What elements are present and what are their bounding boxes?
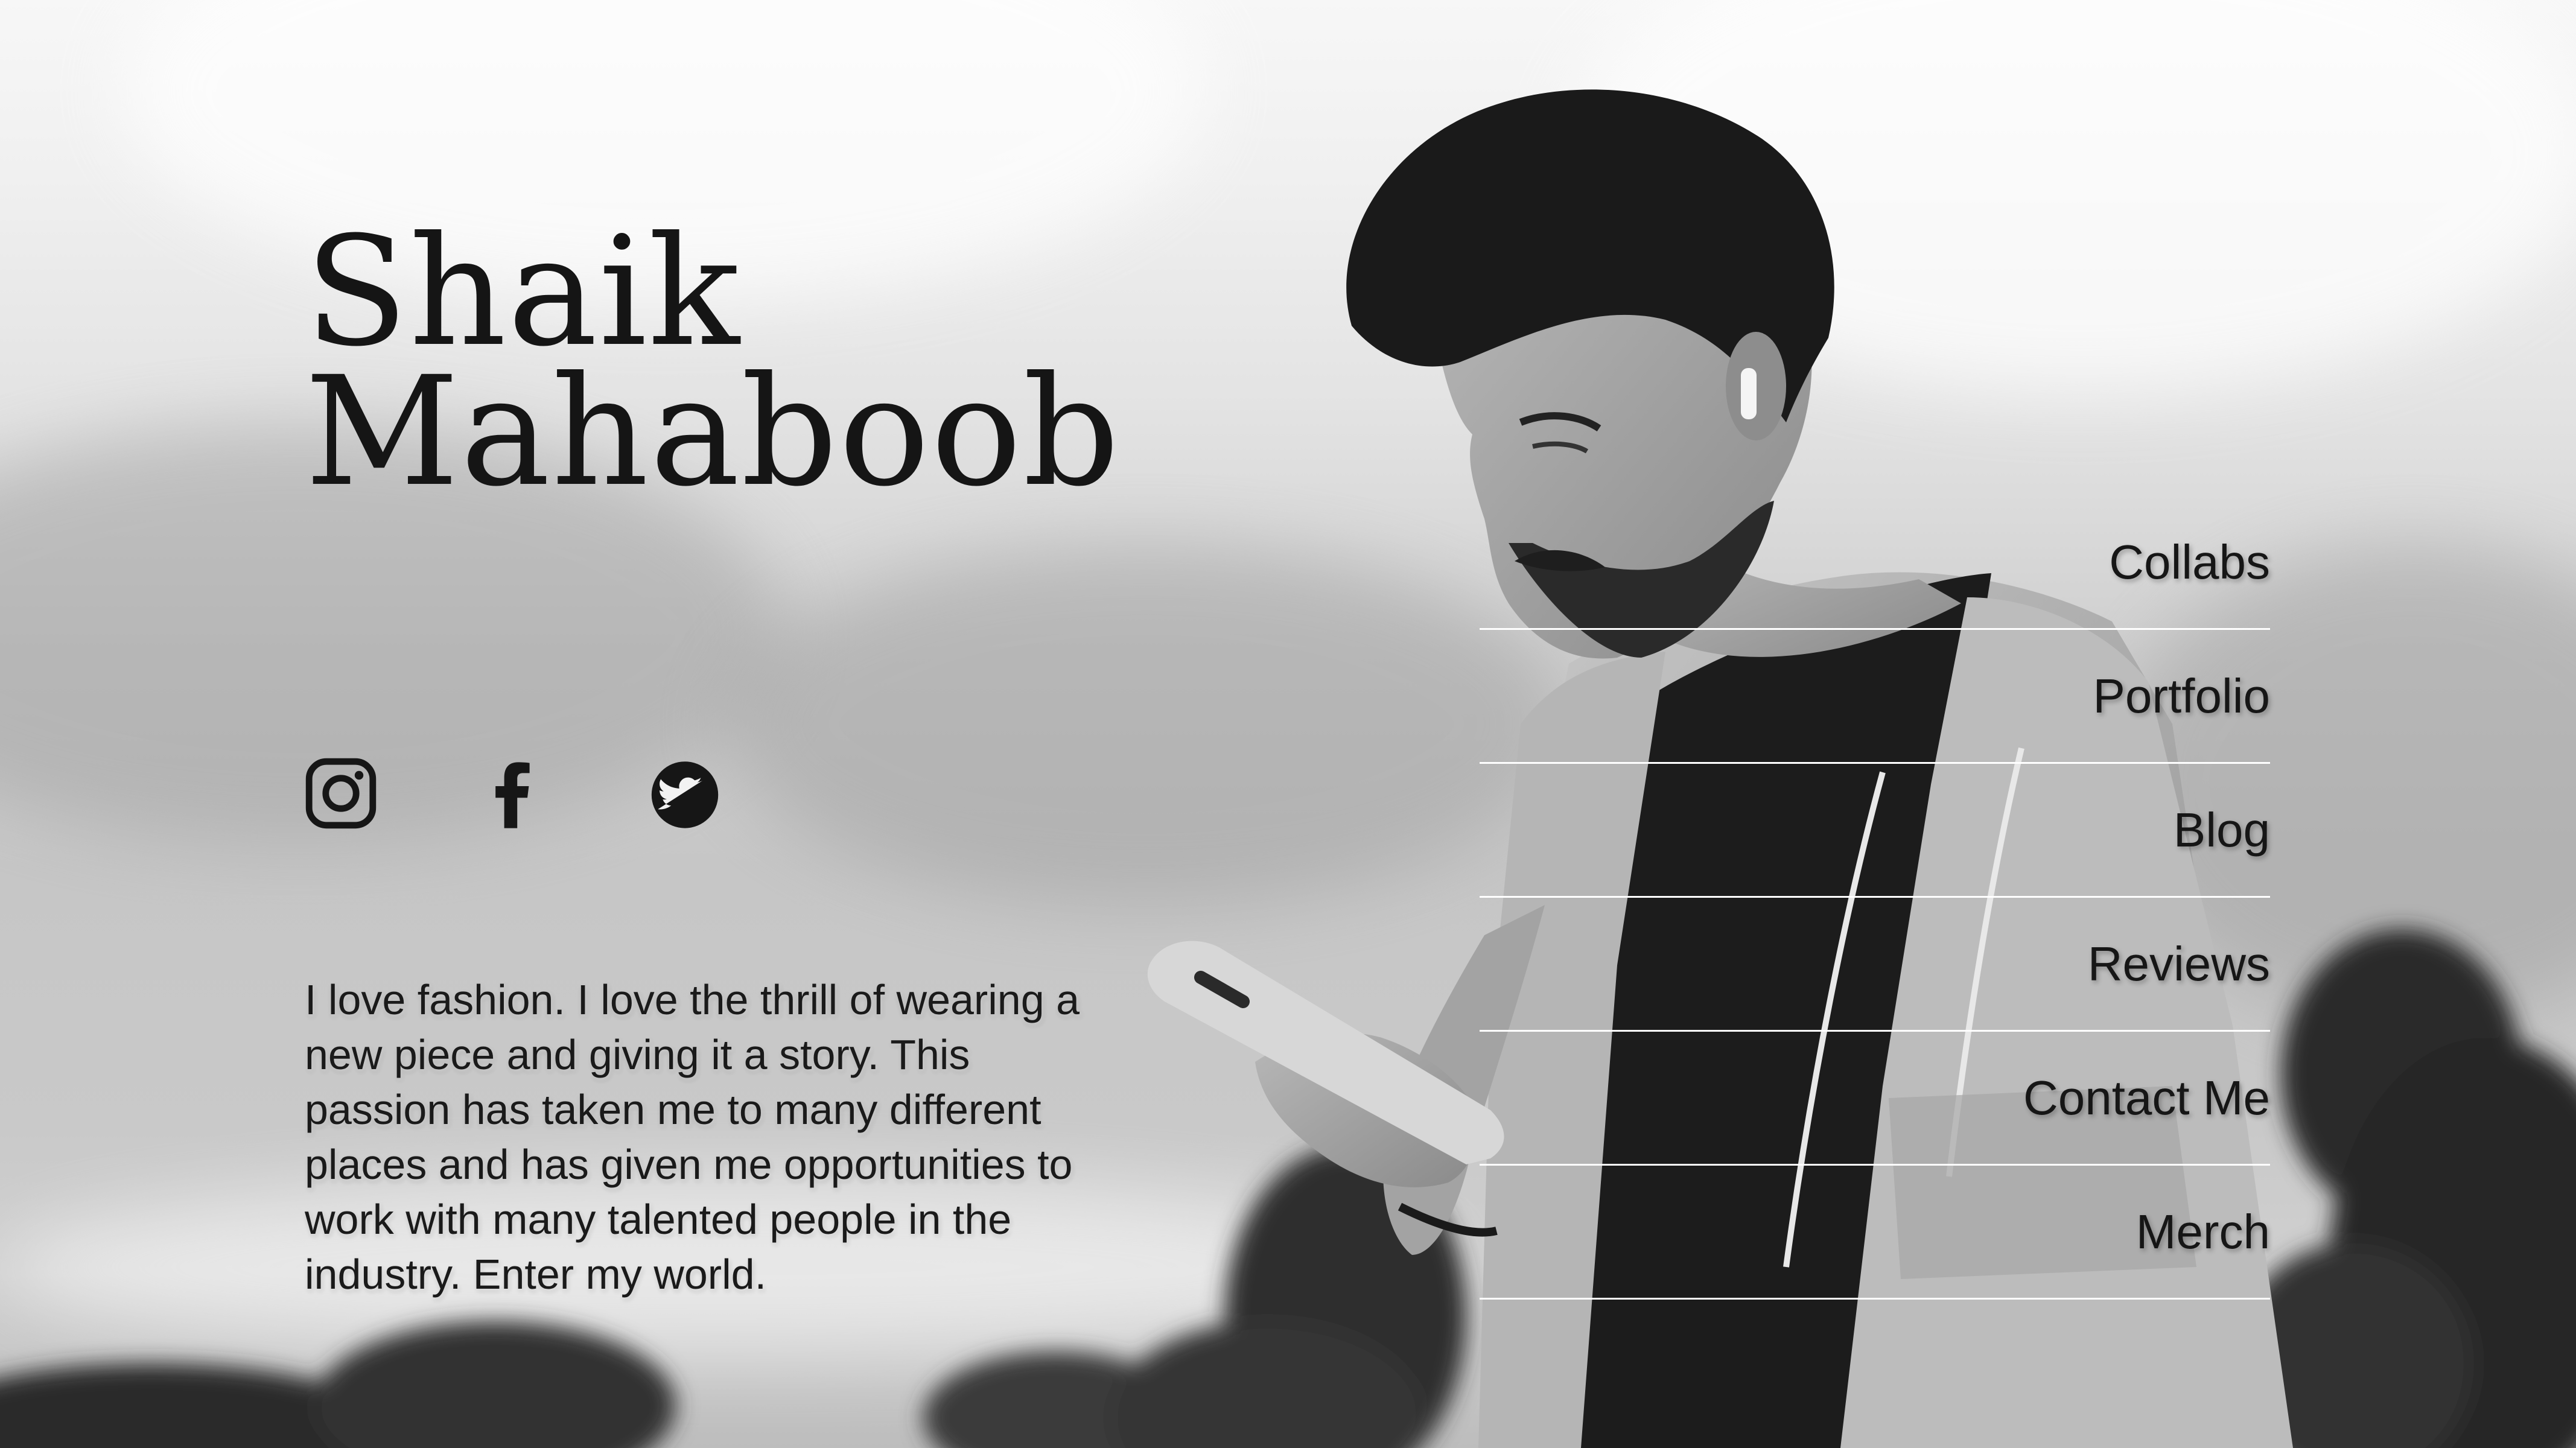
page-title: Shaik Mahaboob [305,204,1121,519]
nav-link-blog[interactable]: Blog [2174,800,2270,860]
instagram-icon[interactable] [305,757,377,830]
nav-link-reviews[interactable]: Reviews [2088,934,2270,994]
nav-menu: Collabs Portfolio Blog Reviews Contact M… [1480,496,2270,1300]
nav-link-merch[interactable]: Merch [2136,1202,2270,1262]
social-links [305,757,739,833]
nav-item-portfolio[interactable]: Portfolio [1480,630,2270,764]
twitter-icon[interactable] [649,757,721,830]
facebook-icon[interactable] [477,757,549,830]
nav-item-contact[interactable]: Contact Me [1480,1032,2270,1166]
nav-link-contact[interactable]: Contact Me [2023,1068,2270,1128]
nav-item-blog[interactable]: Blog [1480,764,2270,898]
nav-item-reviews[interactable]: Reviews [1480,898,2270,1032]
nav-link-portfolio[interactable]: Portfolio [2093,666,2270,726]
nav-item-collabs[interactable]: Collabs [1480,496,2270,630]
nav-item-merch[interactable]: Merch [1480,1166,2270,1300]
title-line-1: Shaik [305,204,741,379]
landing-page: Shaik Mahaboob I love fashion. I love th… [0,0,2576,1448]
title-line-2: Mahaboob [305,344,1121,519]
bio-text: I love fashion. I love the thrill of wea… [305,976,1080,1298]
nav-link-collabs[interactable]: Collabs [2109,532,2270,592]
